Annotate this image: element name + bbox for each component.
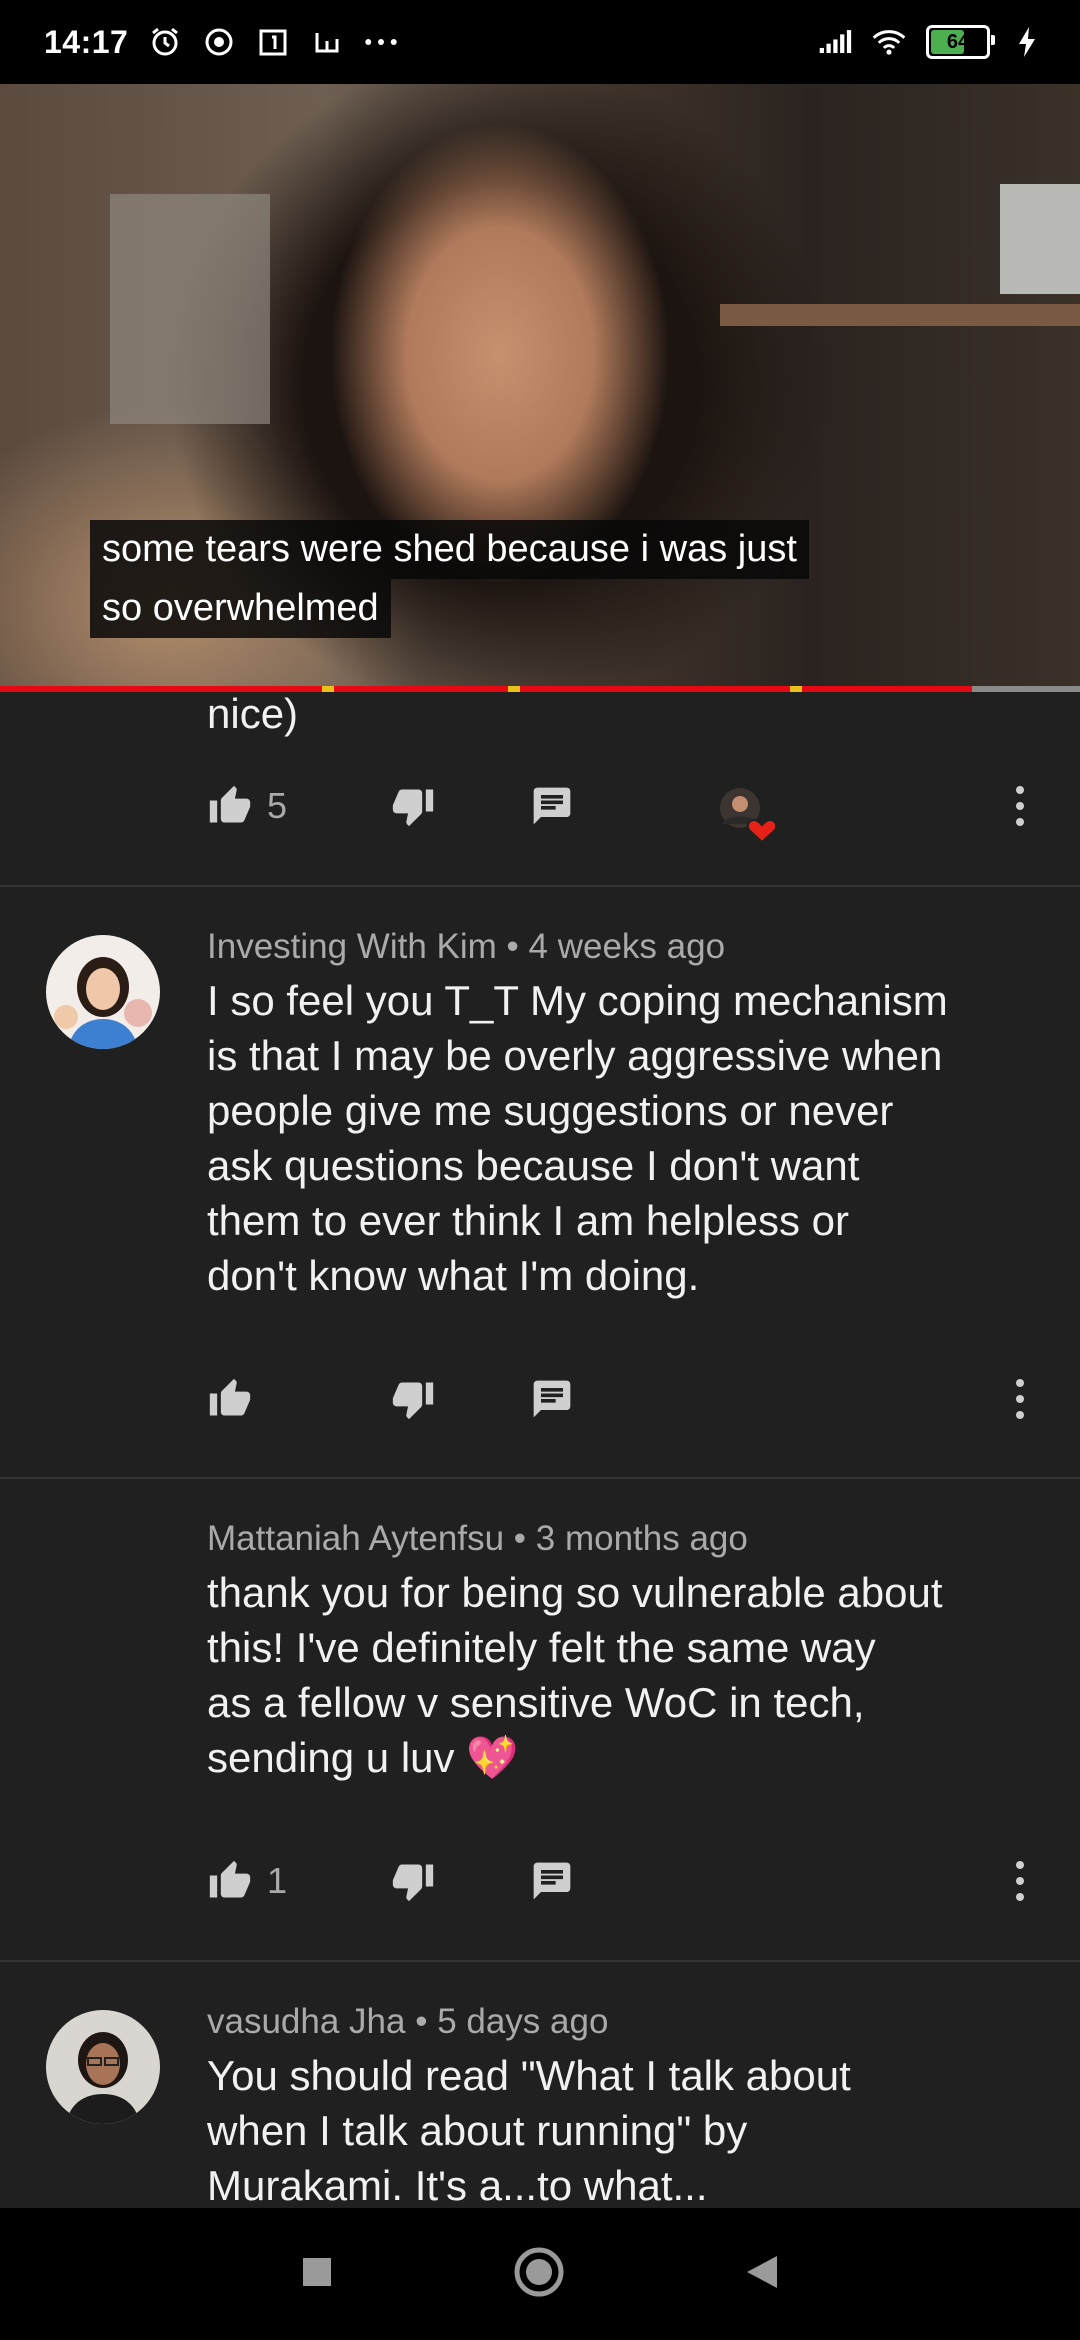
comment-line: don't know what I'm doing. xyxy=(207,1252,700,1299)
like-button[interactable] xyxy=(207,1377,267,1421)
creator-heart-badge xyxy=(714,784,778,844)
more-vert-icon xyxy=(1016,1861,1024,1901)
comment-line: this! I've definitely felt the same way xyxy=(207,1624,876,1671)
meta-separator: • xyxy=(496,927,529,966)
more-icon xyxy=(364,25,398,59)
comment-item: Investing With Kim • 4 weeks ago I so fe… xyxy=(0,887,1080,1477)
video-background-window xyxy=(110,194,270,424)
meta-separator: • xyxy=(504,1519,536,1558)
comment-time: 4 weeks ago xyxy=(528,927,726,966)
reply-icon xyxy=(533,1862,571,1900)
thumb-up-icon xyxy=(209,1860,251,1898)
thumb-down-icon xyxy=(392,1382,434,1420)
avatar[interactable] xyxy=(46,2010,160,2124)
reply-button[interactable] xyxy=(530,1859,574,1903)
reply-button[interactable] xyxy=(530,1377,574,1421)
charging-icon xyxy=(1010,25,1044,59)
video-player[interactable]: some tears were shed because i was just … xyxy=(0,84,1080,688)
comment-line: people give me suggestions or never xyxy=(207,1087,894,1134)
comment-line: as a fellow v sensitive WoC in tech, xyxy=(207,1679,865,1726)
comment-line: ask questions because I don't want xyxy=(207,1142,860,1189)
comment-author[interactable]: Investing With Kim xyxy=(207,927,497,966)
comment-author[interactable]: vasudha Jha xyxy=(207,2002,405,2041)
video-caption: some tears were shed because i was just … xyxy=(90,520,809,638)
dislike-button[interactable] xyxy=(390,784,436,828)
comment-line: is that I may be overly aggressive when xyxy=(207,1032,943,1079)
like-button[interactable]: 1 xyxy=(207,1859,287,1903)
creator-heart-icon xyxy=(720,788,778,844)
meta-separator: • xyxy=(405,2002,438,2041)
thumb-down-icon xyxy=(392,789,434,827)
comment-time: 5 days ago xyxy=(437,2002,609,2041)
comment-line: when I talk about running" by xyxy=(207,2107,748,2154)
recents-button[interactable] xyxy=(301,2256,333,2293)
app-icon xyxy=(310,25,344,59)
reply-button[interactable] xyxy=(530,784,574,828)
messenger-icon xyxy=(202,25,236,59)
comment-time: 3 months ago xyxy=(535,1519,748,1558)
home-icon xyxy=(514,2247,564,2296)
battery-level: 64 xyxy=(946,30,970,53)
reply-icon xyxy=(533,787,571,825)
system-nav-bar xyxy=(0,2208,1080,2340)
comments-list[interactable]: nice) 5 Investing With Kim • 4 weeks ago… xyxy=(0,692,1080,2208)
dislike-button[interactable] xyxy=(390,1377,436,1421)
battery-icon: 64 xyxy=(926,25,995,59)
comment-line: thank you for being so vulnerable about xyxy=(207,1569,943,1616)
status-bar: 14:17 64 xyxy=(0,0,1080,84)
comment-text: You should read "What I talk about when … xyxy=(207,2048,851,2208)
comment-item: Mattaniah Aytenfsu • 3 months ago thank … xyxy=(0,1479,1080,1960)
calendar-icon xyxy=(256,25,290,59)
comment-text: nice) xyxy=(207,692,299,737)
comment-text: thank you for being so vulnerable about … xyxy=(207,1565,943,1785)
comment-menu-button[interactable] xyxy=(1012,1859,1028,1903)
reply-icon xyxy=(533,1380,571,1418)
caption-line-1: some tears were shed because i was just xyxy=(90,520,809,579)
comment-meta: vasudha Jha • 5 days ago xyxy=(207,2002,608,2042)
alarm-icon xyxy=(148,25,182,59)
comment-line: I so feel you T_T My coping mechanism xyxy=(207,977,948,1024)
comment-author[interactable]: Mattaniah Aytenfsu xyxy=(207,1519,504,1558)
comment-menu-button[interactable] xyxy=(1012,784,1028,828)
comment-meta: Investing With Kim • 4 weeks ago xyxy=(207,927,725,967)
wifi-icon xyxy=(872,25,906,59)
thumb-down-icon xyxy=(392,1864,434,1902)
back-icon xyxy=(747,2255,777,2288)
like-count: 1 xyxy=(267,1860,288,1901)
avatar[interactable] xyxy=(46,935,160,1049)
comment-line: Murakami. It's a...to what... xyxy=(207,2162,708,2208)
thumb-up-icon xyxy=(209,1378,251,1416)
signal-icon xyxy=(818,25,852,59)
dislike-button[interactable] xyxy=(390,1859,436,1903)
status-time: 14:17 xyxy=(44,23,129,60)
like-button[interactable]: 5 xyxy=(207,784,287,828)
more-vert-icon xyxy=(1016,1379,1024,1419)
thumb-up-icon xyxy=(209,785,251,823)
comment-line: sending u luv 💖 xyxy=(207,1734,519,1781)
caption-line-2: so overwhelmed xyxy=(90,579,391,638)
comment-item: nice) 5 xyxy=(0,692,1080,885)
comment-item: vasudha Jha • 5 days ago You should read… xyxy=(0,1962,1080,2208)
comment-meta: Mattaniah Aytenfsu • 3 months ago xyxy=(207,1519,748,1559)
video-background-desk xyxy=(720,304,1080,326)
like-count: 5 xyxy=(267,785,288,826)
video-background-monitor xyxy=(1000,184,1080,294)
more-vert-icon xyxy=(1016,786,1024,826)
home-button[interactable] xyxy=(513,2246,565,2303)
back-button[interactable] xyxy=(745,2254,779,2295)
comment-menu-button[interactable] xyxy=(1012,1377,1028,1421)
comment-line: them to ever think I am helpless or xyxy=(207,1197,849,1244)
comment-line: You should read "What I talk about xyxy=(207,2052,851,2099)
recents-icon xyxy=(303,2257,331,2286)
comment-text: I so feel you T_T My coping mechanism is… xyxy=(207,973,948,1303)
